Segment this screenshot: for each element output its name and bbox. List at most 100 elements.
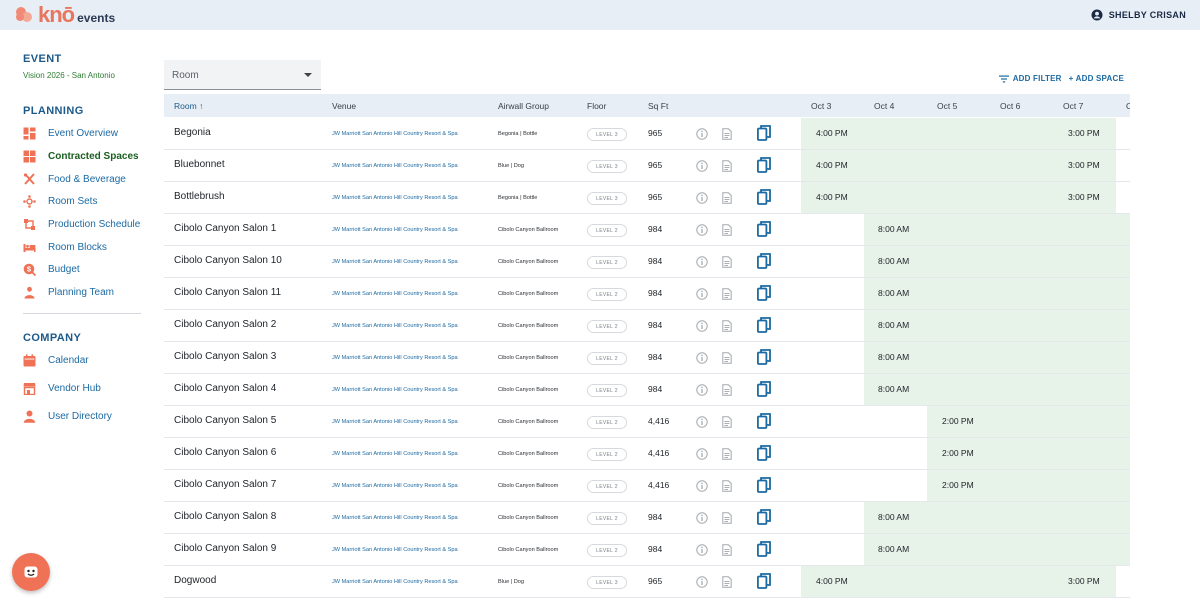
room-name[interactable]: Cibolo Canyon Salon 5 [174,415,276,426]
table-row[interactable]: Cibolo Canyon Salon 1 JW Marriott San Ant… [164,214,1130,246]
table-row[interactable]: Cibolo Canyon Salon 7 JW Marriott San Ant… [164,470,1130,502]
table-row[interactable]: Bottlebrush JW Marriott San Antonio Hill … [164,182,1130,214]
document-icon[interactable] [722,319,732,337]
venue-link[interactable]: JW Marriott San Antonio Hill Country Res… [332,451,458,457]
copy-icon[interactable] [756,413,771,434]
table-row[interactable]: Cibolo Canyon Salon 5 JW Marriott San Ant… [164,406,1130,438]
info-icon[interactable] [696,351,708,369]
table-row[interactable]: Bluebonnet JW Marriott San Antonio Hill C… [164,150,1130,182]
copy-icon[interactable] [756,189,771,210]
add-filter-button[interactable]: ADD FILTER [998,74,1062,83]
copy-icon[interactable] [756,477,771,498]
venue-link[interactable]: JW Marriott San Antonio Hill Country Res… [332,355,458,361]
room-name[interactable]: Cibolo Canyon Salon 3 [174,351,276,362]
venue-link[interactable]: JW Marriott San Antonio Hill Country Res… [332,291,458,297]
room-name[interactable]: Cibolo Canyon Salon 2 [174,319,276,330]
room-name[interactable]: Cibolo Canyon Salon 11 [174,287,281,298]
document-icon[interactable] [722,127,732,145]
room-name[interactable]: Cibolo Canyon Salon 9 [174,543,276,554]
column-header-airwall[interactable]: Airwall Group [498,101,549,111]
table-row[interactable]: Cibolo Canyon Salon 2 JW Marriott San Ant… [164,310,1130,342]
venue-link[interactable]: JW Marriott San Antonio Hill Country Res… [332,483,458,489]
venue-link[interactable]: JW Marriott San Antonio Hill Country Res… [332,323,458,329]
info-icon[interactable] [696,159,708,177]
table-row[interactable]: Begonia JW Marriott San Antonio Hill Coun… [164,118,1130,150]
document-icon[interactable] [722,511,732,529]
sidebar-item-food-beverage[interactable]: Food & Beverage [22,170,126,188]
venue-link[interactable]: JW Marriott San Antonio Hill Country Res… [332,259,458,265]
document-icon[interactable] [722,351,732,369]
venue-link[interactable]: JW Marriott San Antonio Hill Country Res… [332,387,458,393]
copy-icon[interactable] [756,317,771,338]
document-icon[interactable] [722,479,732,497]
copy-icon[interactable] [756,253,771,274]
table-row[interactable]: Cibolo Canyon Salon 3 JW Marriott San Ant… [164,342,1130,374]
room-name[interactable]: Cibolo Canyon Salon 7 [174,479,276,490]
copy-icon[interactable] [756,125,771,146]
copy-icon[interactable] [756,157,771,178]
table-row[interactable]: Cibolo Canyon Salon 6 JW Marriott San Ant… [164,438,1130,470]
document-icon[interactable] [722,159,732,177]
document-icon[interactable] [722,223,732,241]
info-icon[interactable] [696,223,708,241]
info-icon[interactable] [696,319,708,337]
info-icon[interactable] [696,383,708,401]
table-row[interactable]: Dogwood JW Marriott San Antonio Hill Coun… [164,566,1130,598]
info-icon[interactable] [696,447,708,465]
sidebar-item-production-schedule[interactable]: Production Schedule [22,215,140,233]
event-name[interactable]: Vision 2026 - San Antonio [23,71,115,80]
room-name[interactable]: Bluebonnet [174,159,225,170]
info-icon[interactable] [696,511,708,529]
info-icon[interactable] [696,543,708,561]
user-menu[interactable]: SHELBY CRISAN [1091,9,1186,21]
document-icon[interactable] [722,415,732,433]
document-icon[interactable] [722,447,732,465]
info-icon[interactable] [696,415,708,433]
venue-link[interactable]: JW Marriott San Antonio Hill Country Res… [332,195,458,201]
table-row[interactable]: Cibolo Canyon Salon 4 JW Marriott San Ant… [164,374,1130,406]
table-row[interactable]: Cibolo Canyon Salon 10 JW Marriott San An… [164,246,1130,278]
sidebar-item-user-directory[interactable]: User Directory [22,407,112,425]
sidebar-item-contracted-spaces[interactable]: Contracted Spaces [22,147,139,165]
copy-icon[interactable] [756,541,771,562]
copy-icon[interactable] [756,349,771,370]
sidebar-item-event-overview[interactable]: Event Overview [22,124,118,142]
venue-link[interactable]: JW Marriott San Antonio Hill Country Res… [332,163,458,169]
add-space-button[interactable]: + ADD SPACE [1069,74,1124,83]
sidebar-item-room-blocks[interactable]: Room Blocks [22,238,107,256]
document-icon[interactable] [722,255,732,273]
column-header-sqft[interactable]: Sq Ft [648,101,668,111]
venue-link[interactable]: JW Marriott San Antonio Hill Country Res… [332,515,458,521]
room-name[interactable]: Cibolo Canyon Salon 1 [174,223,276,234]
document-icon[interactable] [722,543,732,561]
document-icon[interactable] [722,191,732,209]
table-row[interactable]: Cibolo Canyon Salon 8 JW Marriott San Ant… [164,502,1130,534]
copy-icon[interactable] [756,285,771,306]
info-icon[interactable] [696,255,708,273]
room-select[interactable]: Room [164,60,321,90]
venue-link[interactable]: JW Marriott San Antonio Hill Country Res… [332,227,458,233]
info-icon[interactable] [696,479,708,497]
column-header-venue[interactable]: Venue [332,101,356,111]
copy-icon[interactable] [756,573,771,594]
document-icon[interactable] [722,383,732,401]
kno-events-logo[interactable]: knō events [16,3,115,27]
room-name[interactable]: Dogwood [174,575,216,586]
venue-link[interactable]: JW Marriott San Antonio Hill Country Res… [332,579,458,585]
document-icon[interactable] [722,287,732,305]
chat-assistant-button[interactable] [12,553,50,591]
copy-icon[interactable] [756,509,771,530]
copy-icon[interactable] [756,381,771,402]
info-icon[interactable] [696,127,708,145]
room-name[interactable]: Cibolo Canyon Salon 4 [174,383,276,394]
venue-link[interactable]: JW Marriott San Antonio Hill Country Res… [332,131,458,137]
column-header-floor[interactable]: Floor [587,101,606,111]
venue-link[interactable]: JW Marriott San Antonio Hill Country Res… [332,547,458,553]
copy-icon[interactable] [756,221,771,242]
sidebar-item-vendor-hub[interactable]: Vendor Hub [22,379,101,397]
info-icon[interactable] [696,191,708,209]
info-icon[interactable] [696,575,708,593]
room-name[interactable]: Cibolo Canyon Salon 8 [174,511,276,522]
sidebar-item-room-sets[interactable]: Room Sets [22,192,97,210]
table-row[interactable]: Cibolo Canyon Salon 9 JW Marriott San Ant… [164,534,1130,566]
